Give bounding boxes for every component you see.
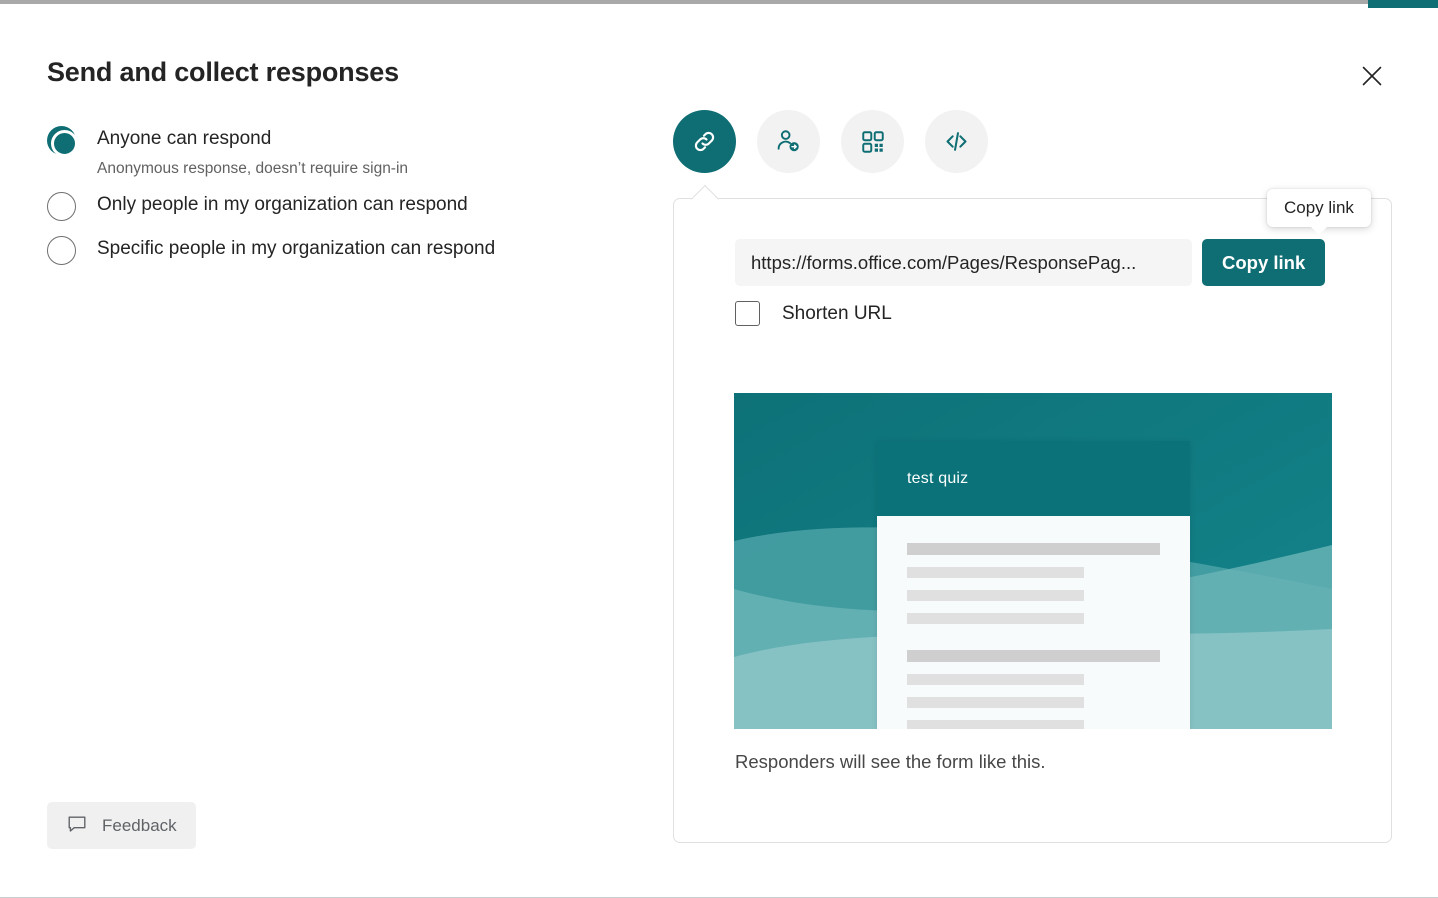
radio-option-specific-people[interactable]: Specific people in my organization can r…: [47, 235, 627, 265]
radio-label-anyone: Anyone can respond: [97, 126, 408, 152]
preview-option-bar: [907, 697, 1084, 708]
embed-code-icon: [943, 128, 970, 155]
audience-options-group: Anyone can respond Anonymous response, d…: [47, 125, 627, 279]
form-url-field[interactable]: https://forms.office.com/Pages/ResponseP…: [735, 239, 1192, 286]
radio-indicator-anyone[interactable]: [47, 126, 76, 155]
preview-form-body: [877, 516, 1190, 729]
person-add-icon: [775, 128, 802, 155]
radio-sublabel-anyone: Anonymous response, doesn’t require sign…: [97, 159, 408, 179]
share-section: https://forms.office.com/Pages/ResponseP…: [673, 110, 1392, 843]
preview-option-bar: [907, 613, 1084, 624]
shorten-url-checkbox[interactable]: [735, 301, 760, 326]
close-icon: [1361, 65, 1383, 87]
shorten-url-label: Shorten URL: [782, 303, 892, 325]
preview-option-bar: [907, 720, 1084, 729]
preview-question-group: [907, 543, 1160, 624]
link-share-panel: https://forms.office.com/Pages/ResponseP…: [673, 198, 1392, 843]
link-icon: [691, 128, 718, 155]
tab-invite-people[interactable]: [757, 110, 820, 173]
form-preview-thumbnail: test quiz: [734, 393, 1332, 729]
feedback-button[interactable]: Feedback: [47, 802, 196, 849]
qr-code-icon: [860, 129, 886, 155]
preview-option-bar: [907, 674, 1084, 685]
preview-question-bar: [907, 543, 1160, 555]
window-top-strip: [0, 0, 1438, 4]
preview-option-bar: [907, 567, 1084, 578]
radio-indicator-organization[interactable]: [47, 192, 76, 221]
tab-qr-code[interactable]: [841, 110, 904, 173]
shorten-url-row[interactable]: Shorten URL: [735, 301, 892, 326]
tab-embed[interactable]: [925, 110, 988, 173]
preview-caption: Responders will see the form like this.: [735, 751, 1046, 773]
close-button[interactable]: [1354, 58, 1390, 94]
feedback-label: Feedback: [102, 816, 177, 836]
preview-option-bar: [907, 590, 1084, 601]
page-title: Send and collect responses: [47, 57, 399, 88]
radio-option-anyone[interactable]: Anyone can respond Anonymous response, d…: [47, 125, 627, 179]
preview-form-header: test quiz: [877, 441, 1190, 516]
copy-link-button[interactable]: Copy link: [1202, 239, 1325, 286]
preview-question-group: [907, 650, 1160, 729]
send-collect-responses-dialog: Send and collect responses Anyone can re…: [0, 0, 1438, 898]
tab-link[interactable]: [673, 110, 736, 173]
radio-label-specific-people: Specific people in my organization can r…: [97, 236, 495, 262]
top-right-teal-button-fragment[interactable]: [1368, 0, 1438, 8]
radio-option-organization[interactable]: Only people in my organization can respo…: [47, 191, 627, 221]
share-method-tabs: [673, 110, 1392, 173]
preview-form-card: test quiz: [877, 441, 1190, 729]
panel-pointer-notch: [691, 185, 719, 213]
link-copy-row: https://forms.office.com/Pages/ResponseP…: [735, 239, 1325, 286]
preview-form-title: test quiz: [907, 470, 968, 488]
radio-label-organization: Only people in my organization can respo…: [97, 192, 468, 218]
radio-indicator-specific-people[interactable]: [47, 236, 76, 265]
preview-question-bar: [907, 650, 1160, 662]
comment-icon: [66, 813, 88, 838]
copy-link-tooltip: Copy link: [1267, 189, 1371, 227]
